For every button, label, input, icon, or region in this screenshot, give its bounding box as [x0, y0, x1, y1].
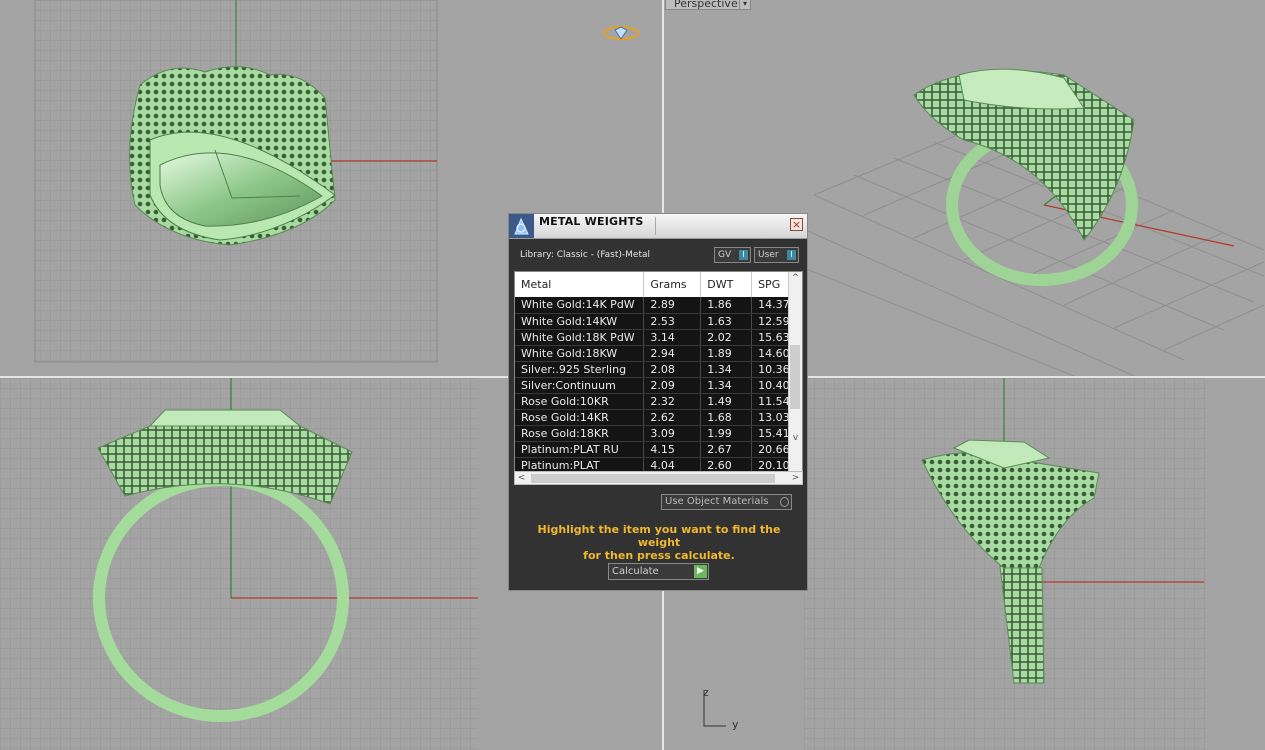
calculate-label: Calculate [612, 566, 659, 577]
gumball-gem-icon[interactable] [603, 24, 639, 42]
scroll-thumb[interactable] [531, 474, 775, 483]
table-row[interactable]: Rose Gold:14KR 2.62 1.68 13.03 [515, 409, 802, 426]
chevron-down-icon[interactable]: ▾ [739, 0, 750, 9]
cell-metal: Silver:.925 Sterling [515, 361, 645, 378]
cell-grams: 2.08 [643, 361, 702, 378]
cell-grams: 4.15 [643, 441, 702, 458]
column-header-metal[interactable]: Metal [515, 272, 645, 297]
instruction-text: Highlight the item you want to find the … [521, 523, 797, 562]
axis-y-label: y [732, 718, 739, 731]
library-label: Library: Classic - (Fast)-Metal [520, 250, 651, 260]
cell-grams: 3.14 [643, 329, 702, 346]
use-object-materials-label: Use Object Materials [665, 496, 769, 507]
cell-grams: 2.09 [643, 377, 702, 394]
cell-dwt: 1.86 [700, 297, 753, 314]
metal-weights-dialog: METAL WEIGHTS × Library: Classic - (Fast… [508, 213, 808, 591]
column-header-dwt[interactable]: DWT [700, 272, 753, 297]
table-row[interactable]: White Gold:14KW 2.53 1.63 12.59 [515, 313, 802, 330]
cell-dwt: 1.99 [700, 425, 753, 442]
metal-table: Metal Grams DWT SPG White Gold:14K PdW 2.… [514, 271, 803, 485]
instruction-line-1: Highlight the item you want to find the … [537, 523, 781, 549]
table-row[interactable]: Silver:Continuum 2.09 1.34 10.40 [515, 377, 802, 394]
cell-dwt: 1.34 [700, 361, 753, 378]
vertical-scrollbar[interactable]: ^ v [788, 272, 802, 484]
cell-dwt: 2.02 [700, 329, 753, 346]
axis-indicator: z y [698, 686, 748, 732]
ring-perspective-view [913, 68, 1138, 286]
user-toggle[interactable]: User I [754, 247, 799, 263]
scroll-right-icon[interactable]: > [789, 472, 802, 484]
horizontal-scrollbar[interactable]: < > [514, 471, 803, 485]
user-toggle-label: User [758, 250, 779, 260]
close-icon[interactable]: × [790, 218, 803, 231]
use-object-materials-toggle[interactable]: Use Object Materials [661, 494, 792, 510]
cell-metal: White Gold:14KW [515, 313, 645, 330]
table-row[interactable]: Rose Gold:18KR 3.09 1.99 15.41 [515, 425, 802, 442]
cell-metal: Silver:Continuum [515, 377, 645, 394]
instruction-line-2: for then press calculate. [583, 549, 735, 562]
scroll-up-icon[interactable]: ^ [789, 272, 802, 284]
axis-z-label: z [703, 686, 709, 699]
table-row[interactable]: Platinum:PLAT RU 4.15 2.67 20.66 [515, 441, 802, 458]
cell-dwt: 1.63 [700, 313, 753, 330]
ring-top-view [129, 66, 336, 246]
cell-grams: 2.62 [643, 409, 702, 426]
cell-metal: White Gold:14K PdW [515, 297, 645, 314]
cell-dwt: 1.89 [700, 345, 753, 362]
table-row[interactable]: White Gold:14K PdW 2.89 1.86 14.37 [515, 297, 802, 314]
cell-grams: 2.32 [643, 393, 702, 410]
toggle-indicator-icon: I [739, 250, 748, 260]
table-row[interactable]: Silver:.925 Sterling 2.08 1.34 10.36 [515, 361, 802, 378]
scroll-left-icon[interactable]: < [515, 472, 528, 484]
cell-grams: 2.53 [643, 313, 702, 330]
cell-grams: 3.09 [643, 425, 702, 442]
calculate-button[interactable]: Calculate ▶ [608, 563, 709, 580]
cell-grams: 2.94 [643, 345, 702, 362]
play-arrow-icon: ▶ [694, 565, 707, 578]
dialog-titlebar[interactable]: METAL WEIGHTS × [509, 214, 807, 239]
scroll-thumb[interactable] [790, 345, 800, 409]
table-row[interactable]: White Gold:18K PdW 3.14 2.02 15.63 [515, 329, 802, 346]
table-row[interactable]: Rose Gold:10KR 2.32 1.49 11.54 [515, 393, 802, 410]
viewport-label-perspective[interactable]: Perspective ▾ [665, 0, 751, 10]
cell-metal: Platinum:PLAT RU [515, 441, 645, 458]
cell-dwt: 2.67 [700, 441, 753, 458]
cell-dwt: 1.34 [700, 377, 753, 394]
gv-toggle[interactable]: GV I [714, 247, 751, 263]
cell-metal: White Gold:18KW [515, 345, 645, 362]
toggle-indicator-icon: I [787, 250, 796, 260]
cell-metal: Rose Gold:14KR [515, 409, 645, 426]
dialog-title: METAL WEIGHTS [539, 215, 644, 228]
app-logo-icon [509, 214, 534, 238]
titlebar-divider [655, 217, 656, 235]
column-header-grams[interactable]: Grams [643, 272, 702, 297]
cell-metal: Rose Gold:18KR [515, 425, 645, 442]
viewport-label-text: Perspective [674, 0, 738, 10]
scroll-down-icon[interactable]: v [789, 432, 802, 444]
gv-toggle-label: GV [718, 250, 732, 260]
radio-indicator-icon [780, 497, 789, 507]
table-row[interactable]: White Gold:18KW 2.94 1.89 14.60 [515, 345, 802, 362]
cell-dwt: 1.49 [700, 393, 753, 410]
cell-grams: 2.89 [643, 297, 702, 314]
cell-metal: Rose Gold:10KR [515, 393, 645, 410]
cell-dwt: 1.68 [700, 409, 753, 426]
cell-metal: White Gold:18K PdW [515, 329, 645, 346]
